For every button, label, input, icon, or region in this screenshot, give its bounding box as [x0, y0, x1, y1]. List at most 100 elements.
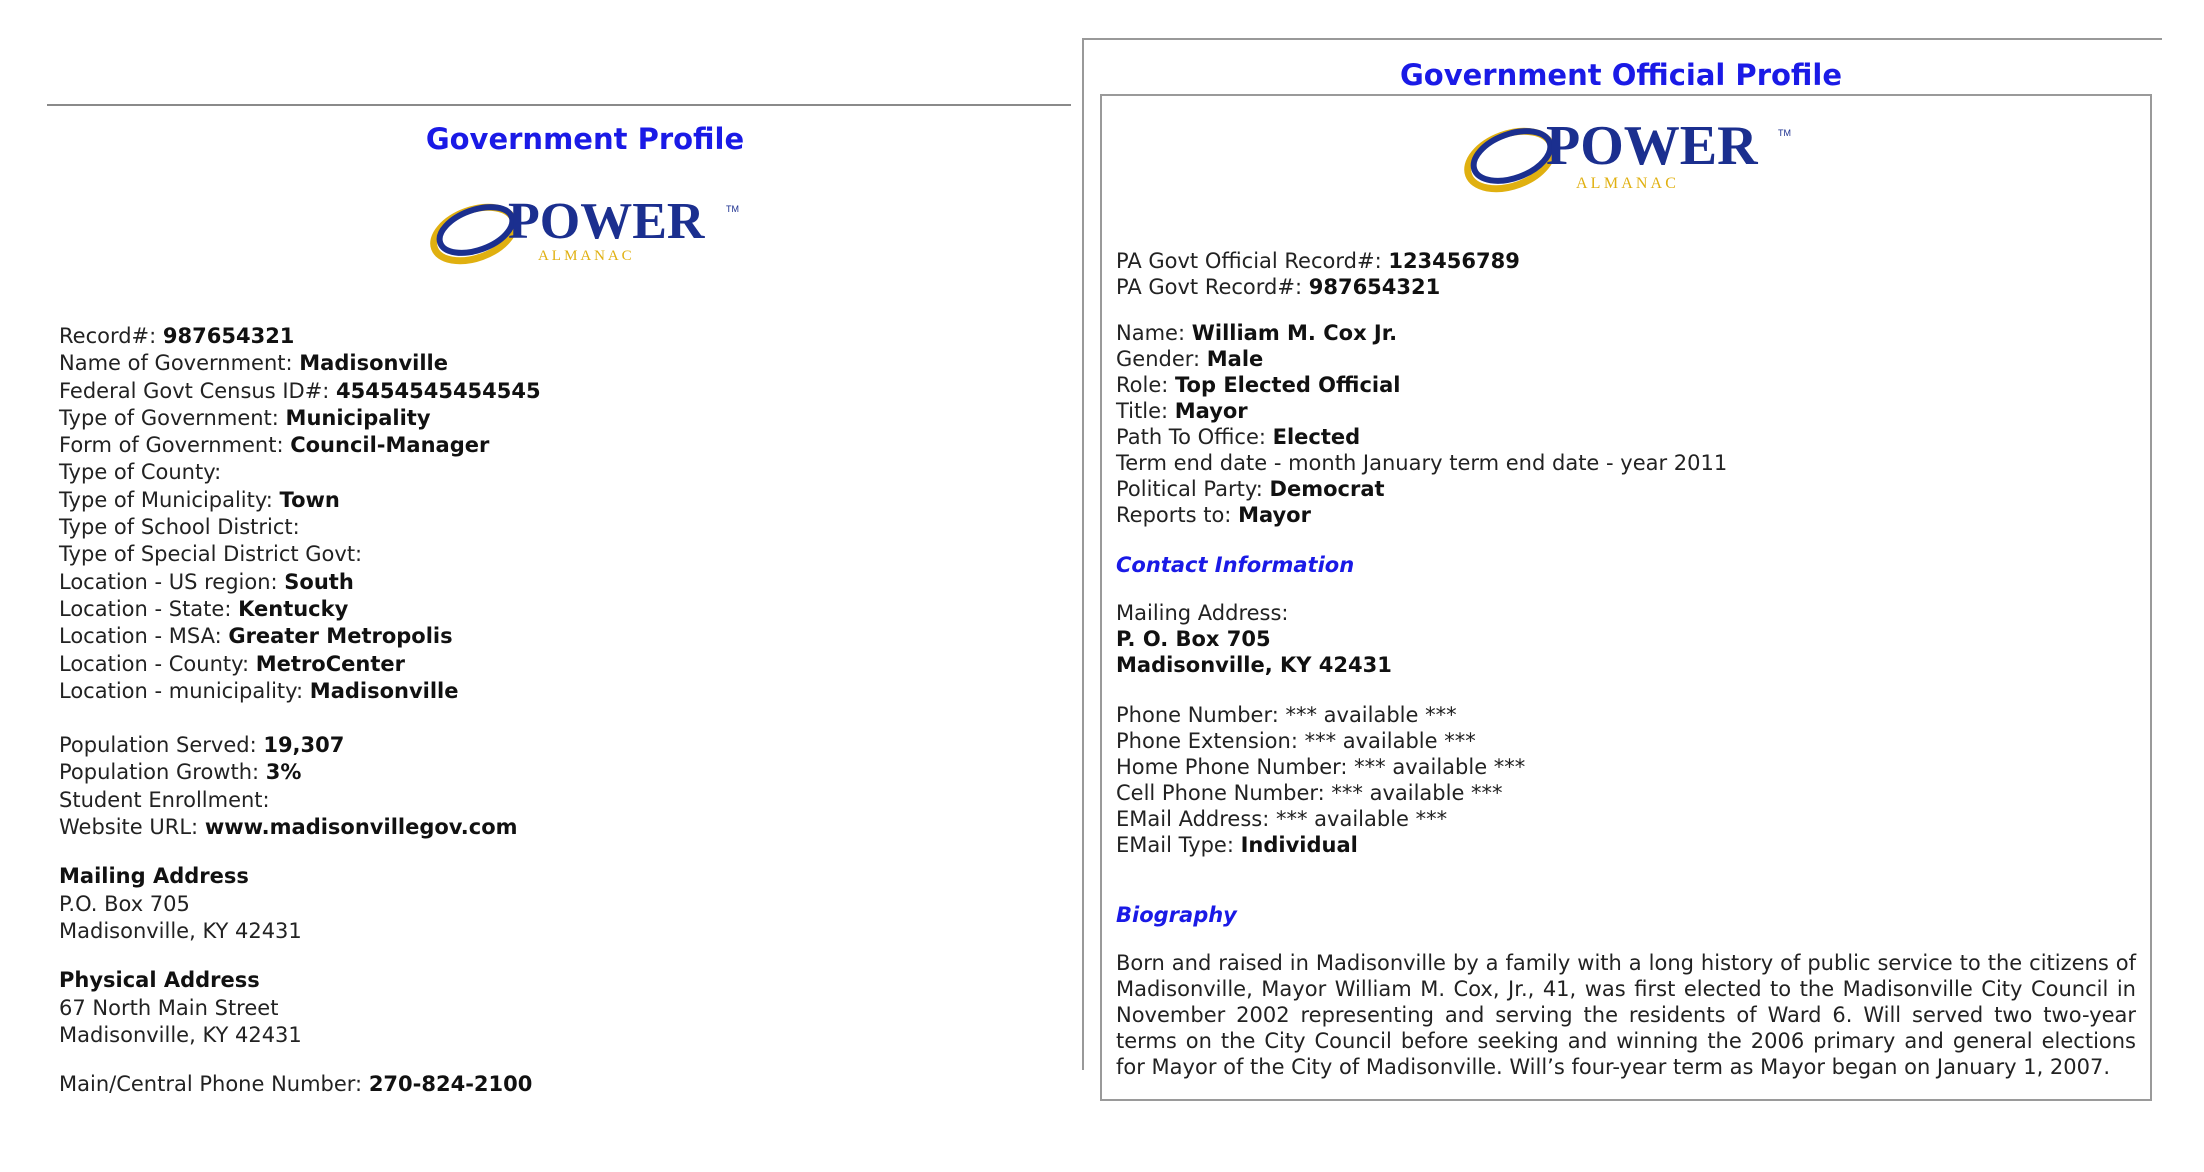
population-row: Population Served: 19,307: [59, 732, 541, 759]
population-row: Population Growth: 3%: [59, 759, 541, 786]
field-row: Form of Government: Council-Manager: [59, 432, 541, 459]
logo-tm-right: TM: [1778, 128, 1791, 138]
physical-address-line1: 67 North Main Street: [59, 995, 279, 1020]
email-type-value: Individual: [1240, 833, 1358, 857]
official-row-label: Political Party:: [1116, 477, 1270, 501]
contact-row: EMail Address: *** available ***: [1116, 806, 2136, 832]
official-row: Gender: Male: [1116, 346, 2136, 372]
email-type-row: EMail Type: Individual: [1116, 832, 2136, 858]
logo-word-right: POWER: [1546, 115, 1758, 177]
field-row: Location - US region: South: [59, 569, 541, 596]
field-row-label: Federal Govt Census ID#:: [59, 378, 337, 403]
official-row-label: Term end date - month January term end d…: [1116, 451, 1728, 475]
main-phone-value: 270-824-2100: [368, 1072, 533, 1097]
contact-row-label: Phone Number:: [1116, 703, 1286, 727]
field-row-label: Type of Special District Govt:: [59, 542, 363, 567]
government-field-list: Record#: 987654321 Name of Government: Ma…: [59, 323, 541, 705]
field-row-label: Type of County:: [59, 460, 222, 485]
field-row-label: Form of Government:: [59, 433, 291, 458]
field-row: Name of Government: Madisonville: [59, 350, 541, 377]
field-row-label: Location - MSA:: [59, 624, 229, 649]
population-row: Website URL: www.madisonvillegov.com: [59, 814, 541, 841]
biography-heading: Biography: [1116, 903, 1237, 927]
official-row-value: Male: [1206, 347, 1264, 371]
contact-row: Phone Number: *** available ***: [1116, 702, 2136, 728]
population-row-value: 19,307: [263, 733, 345, 758]
official-row: Title: Mayor: [1116, 398, 2136, 424]
official-row-label: Role:: [1116, 373, 1176, 397]
official-row: Reports to: Mayor: [1116, 502, 2136, 528]
official-field-list: Name: William M. Cox Jr. Gender: Male Role…: [1116, 320, 2136, 528]
official-row-label: Reports to:: [1116, 503, 1239, 527]
record-row-label: PA Govt Official Record#:: [1116, 249, 1389, 273]
field-row-value: South: [284, 569, 354, 594]
official-row-value: Mayor: [1238, 503, 1311, 527]
official-row: Role: Top Elected Official: [1116, 372, 2136, 398]
field-row: Type of Government: Municipality: [59, 405, 541, 432]
official-row: Term end date - month January term end d…: [1116, 450, 2136, 476]
field-row: Location - County: MetroCenter: [59, 651, 541, 678]
official-row-label: Name:: [1116, 321, 1192, 345]
field-row-label: Type of School District:: [59, 515, 300, 540]
contact-row: Home Phone Number: *** available ***: [1116, 754, 2136, 780]
field-row-value: 45454545454545: [336, 378, 541, 403]
field-row-value: Kentucky: [238, 596, 349, 621]
physical-address-heading: Physical Address: [59, 968, 260, 993]
contact-row-value: *** available ***: [1354, 755, 1526, 779]
logo-tm: TM: [726, 204, 739, 214]
field-row: Type of County:: [59, 459, 541, 486]
field-row-value: Municipality: [285, 405, 431, 430]
official-row-value: Mayor: [1174, 399, 1248, 423]
field-row-label: Type of Government:: [59, 405, 286, 430]
mailing-address-line2: Madisonville, KY 42431: [59, 918, 302, 943]
contact-row-label: EMail Address:: [1116, 807, 1276, 831]
main-phone-row: Main/Central Phone Number: 270-824-2100: [59, 1071, 541, 1098]
field-row: Record#: 987654321: [59, 323, 541, 350]
field-row-label: Location - County:: [59, 651, 256, 676]
population-row-label: Student Enrollment:: [59, 787, 270, 812]
field-row-value: MetroCenter: [255, 651, 405, 676]
field-row-value: 987654321: [162, 324, 295, 348]
population-row-label: Population Growth:: [59, 760, 266, 785]
mailing-address-heading: Mailing Address: [59, 864, 249, 889]
population-row-value: 3%: [265, 760, 302, 785]
official-row-value: Top Elected Official: [1175, 373, 1401, 397]
email-type-label: EMail Type:: [1116, 833, 1241, 857]
logo-sub: A L M A N A C: [538, 248, 632, 264]
official-fields: PA Govt Official Record#: 123456789 PA Go…: [1116, 248, 2136, 1080]
contact-row-label: Phone Extension:: [1116, 729, 1305, 753]
contact-row-value: *** available ***: [1285, 703, 1457, 727]
field-row-label: Type of Municipality:: [59, 487, 280, 512]
record-row-value: 987654321: [1308, 275, 1441, 299]
government-profile-title: Government Profile: [425, 122, 745, 156]
contact-list: Phone Number: *** available *** Phone Ext…: [1116, 702, 2136, 832]
field-row: Location - municipality: Madisonville: [59, 678, 541, 705]
logo-word: POWER: [508, 193, 706, 250]
contact-row: Phone Extension: *** available ***: [1116, 728, 2136, 754]
field-row-value: Madisonville: [299, 351, 448, 376]
left-divider: [47, 104, 1071, 106]
contact-mailing-label: Mailing Address:: [1116, 601, 1289, 625]
field-row-value: Madisonville: [309, 678, 459, 703]
official-row: Path To Office: Elected: [1116, 424, 2136, 450]
population-row: Student Enrollment:: [59, 787, 541, 814]
population-row-label: Website URL:: [59, 815, 205, 840]
field-row: Type of Municipality: Town: [59, 487, 541, 514]
physical-address-line2: Madisonville, KY 42431: [59, 1022, 302, 1047]
field-row-label: Record#:: [59, 324, 163, 348]
contact-row-label: Cell Phone Number:: [1116, 781, 1332, 805]
record-row-label: PA Govt Record#:: [1116, 275, 1309, 299]
record-row-value: 123456789: [1388, 249, 1520, 273]
field-row: Location - State: Kentucky: [59, 596, 541, 623]
field-row: Federal Govt Census ID#: 45454545454545: [59, 378, 541, 405]
official-row-value: William M. Cox Jr.: [1191, 321, 1398, 345]
official-row-label: Gender:: [1116, 347, 1207, 371]
contact-row-value: *** available ***: [1304, 729, 1476, 753]
population-field-list: Population Served: 19,307 Population Grow…: [59, 732, 541, 841]
field-row-value: Town: [279, 487, 340, 512]
field-row: Location - MSA: Greater Metropolis: [59, 623, 541, 650]
power-almanac-logo: POWER TM A L M A N A C: [430, 193, 739, 265]
record-list: PA Govt Official Record#: 123456789 PA Go…: [1116, 248, 2136, 300]
field-row: Type of Special District Govt:: [59, 541, 541, 568]
official-row-value: Democrat: [1269, 477, 1385, 501]
